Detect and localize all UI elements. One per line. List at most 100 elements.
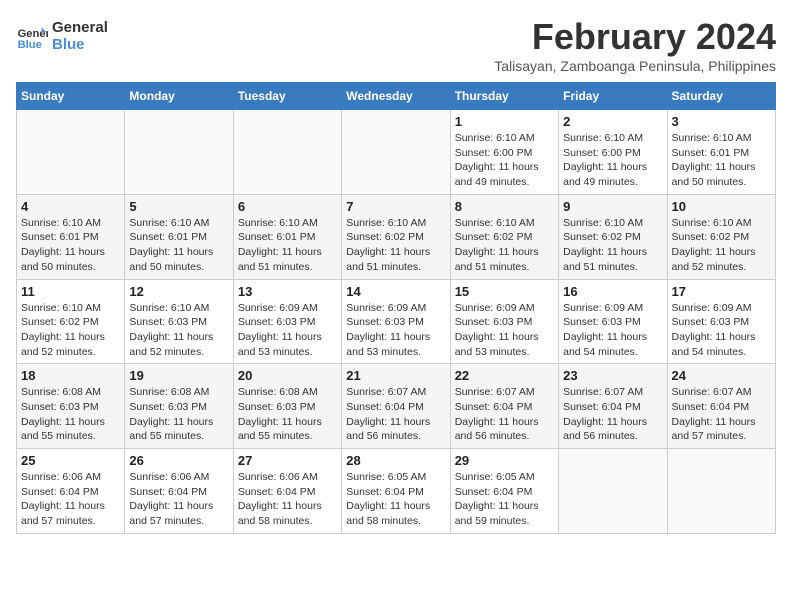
day-header-monday: Monday [125,83,233,110]
day-number: 28 [346,453,445,468]
location-title: Talisayan, Zamboanga Peninsula, Philippi… [494,58,776,74]
calendar-cell: 19 Sunrise: 6:08 AM Sunset: 6:03 PM Dayli… [125,364,233,449]
day-info: Sunrise: 6:09 AM Sunset: 6:03 PM Dayligh… [238,301,337,360]
day-info: Sunrise: 6:10 AM Sunset: 6:02 PM Dayligh… [672,216,771,275]
day-number: 26 [129,453,228,468]
calendar-cell: 15Sunrise: 6:09 AM Sunset: 6:03 PM Dayli… [450,279,558,364]
calendar-cell: 4 Sunrise: 6:10 AM Sunset: 6:01 PM Daylig… [17,194,125,279]
calendar-cell: 5 Sunrise: 6:10 AM Sunset: 6:01 PM Daylig… [125,194,233,279]
calendar-cell: 23 Sunrise: 6:07 AM Sunset: 6:04 PM Dayli… [559,364,667,449]
day-number: 8 [455,199,554,214]
day-header-tuesday: Tuesday [233,83,341,110]
day-number: 20 [238,368,337,383]
logo: General Blue General Blue [16,20,108,53]
day-info: Sunrise: 6:10 AM Sunset: 6:01 PM Dayligh… [21,216,120,275]
week-row-1: 1 Sunrise: 6:10 AM Sunset: 6:00 PM Daylig… [17,110,776,195]
calendar-cell: 9 Sunrise: 6:10 AM Sunset: 6:02 PM Daylig… [559,194,667,279]
calendar-cell: 28 Sunrise: 6:05 AM Sunset: 6:04 PM Dayli… [342,449,450,534]
day-header-friday: Friday [559,83,667,110]
title-section: February 2024 Talisayan, Zamboanga Penin… [494,16,776,74]
calendar-cell: 8 Sunrise: 6:10 AM Sunset: 6:02 PM Daylig… [450,194,558,279]
calendar-cell: 24 Sunrise: 6:07 AM Sunset: 6:04 PM Dayli… [667,364,775,449]
day-info: Sunrise: 6:08 AM Sunset: 6:03 PM Dayligh… [129,385,228,444]
day-number: 3 [672,114,771,129]
day-number: 2 [563,114,662,129]
svg-text:Blue: Blue [18,39,42,51]
day-number: 23 [563,368,662,383]
calendar-cell [125,110,233,195]
calendar-cell: 10 Sunrise: 6:10 AM Sunset: 6:02 PM Dayli… [667,194,775,279]
day-number: 7 [346,199,445,214]
day-info: Sunrise: 6:05 AM Sunset: 6:04 PM Dayligh… [346,470,445,529]
day-info: Sunrise: 6:05 AM Sunset: 6:04 PM Dayligh… [455,470,554,529]
day-number: 24 [672,368,771,383]
calendar-cell: 7 Sunrise: 6:10 AM Sunset: 6:02 PM Daylig… [342,194,450,279]
calendar-cell: 2 Sunrise: 6:10 AM Sunset: 6:00 PM Daylig… [559,110,667,195]
day-info: Sunrise: 6:08 AM Sunset: 6:03 PM Dayligh… [21,385,120,444]
day-number: 16 [563,284,662,299]
day-number: 4 [21,199,120,214]
day-info: Sunrise: 6:10 AM Sunset: 6:02 PM Dayligh… [455,216,554,275]
day-info: Sunrise: 6:10 AM Sunset: 6:00 PM Dayligh… [563,131,662,190]
day-number: 9 [563,199,662,214]
day-info: Sunrise: 6:09 AM Sunset: 6:03 PM Dayligh… [346,301,445,360]
day-header-thursday: Thursday [450,83,558,110]
calendar-cell: 20 Sunrise: 6:08 AM Sunset: 6:03 PM Dayli… [233,364,341,449]
calendar-cell: 26 Sunrise: 6:06 AM Sunset: 6:04 PM Dayli… [125,449,233,534]
day-header-saturday: Saturday [667,83,775,110]
calendar-cell [342,110,450,195]
day-number: 6 [238,199,337,214]
day-info: Sunrise: 6:10 AM Sunset: 6:01 PM Dayligh… [672,131,771,190]
day-number: 21 [346,368,445,383]
logo-icon: General Blue [16,21,48,53]
day-number: 19 [129,368,228,383]
day-info: Sunrise: 6:10 AM Sunset: 6:02 PM Dayligh… [563,216,662,275]
day-number: 14 [346,284,445,299]
day-number: 17 [672,284,771,299]
calendar-cell: 29 Sunrise: 6:05 AM Sunset: 6:04 PM Dayli… [450,449,558,534]
day-number: 12 [129,284,228,299]
day-header-wednesday: Wednesday [342,83,450,110]
week-row-3: 11 Sunrise: 6:10 AM Sunset: 6:02 PM Dayli… [17,279,776,364]
day-info: Sunrise: 6:07 AM Sunset: 6:04 PM Dayligh… [455,385,554,444]
calendar-cell [17,110,125,195]
day-number: 11 [21,284,120,299]
day-info: Sunrise: 6:06 AM Sunset: 6:04 PM Dayligh… [238,470,337,529]
calendar-header: SundayMondayTuesdayWednesdayThursdayFrid… [17,83,776,110]
day-info: Sunrise: 6:08 AM Sunset: 6:03 PM Dayligh… [238,385,337,444]
calendar-cell: 14 Sunrise: 6:09 AM Sunset: 6:03 PM Dayli… [342,279,450,364]
day-number: 25 [21,453,120,468]
day-info: Sunrise: 6:07 AM Sunset: 6:04 PM Dayligh… [563,385,662,444]
calendar-cell: 6Sunrise: 6:10 AM Sunset: 6:01 PM Daylig… [233,194,341,279]
calendar-table: SundayMondayTuesdayWednesdayThursdayFrid… [16,82,776,534]
day-info: Sunrise: 6:10 AM Sunset: 6:00 PM Dayligh… [455,131,554,190]
calendar-cell: 12Sunrise: 6:10 AM Sunset: 6:03 PM Dayli… [125,279,233,364]
calendar-cell [233,110,341,195]
day-info: Sunrise: 6:06 AM Sunset: 6:04 PM Dayligh… [129,470,228,529]
day-info: Sunrise: 6:10 AM Sunset: 6:01 PM Dayligh… [129,216,228,275]
week-row-2: 4 Sunrise: 6:10 AM Sunset: 6:01 PM Daylig… [17,194,776,279]
day-info: Sunrise: 6:07 AM Sunset: 6:04 PM Dayligh… [672,385,771,444]
day-number: 1 [455,114,554,129]
header: General Blue General Blue February 2024 … [16,16,776,74]
day-info: Sunrise: 6:10 AM Sunset: 6:02 PM Dayligh… [346,216,445,275]
day-info: Sunrise: 6:09 AM Sunset: 6:03 PM Dayligh… [563,301,662,360]
month-title: February 2024 [494,16,776,58]
day-info: Sunrise: 6:06 AM Sunset: 6:04 PM Dayligh… [21,470,120,529]
calendar-cell: 3 Sunrise: 6:10 AM Sunset: 6:01 PM Daylig… [667,110,775,195]
day-info: Sunrise: 6:09 AM Sunset: 6:03 PM Dayligh… [672,301,771,360]
day-number: 5 [129,199,228,214]
day-number: 15 [455,284,554,299]
day-number: 29 [455,453,554,468]
day-number: 10 [672,199,771,214]
calendar-cell [559,449,667,534]
calendar-cell: 22 Sunrise: 6:07 AM Sunset: 6:04 PM Dayli… [450,364,558,449]
calendar-cell: 21 Sunrise: 6:07 AM Sunset: 6:04 PM Dayli… [342,364,450,449]
day-number: 22 [455,368,554,383]
calendar-cell: 16 Sunrise: 6:09 AM Sunset: 6:03 PM Dayli… [559,279,667,364]
day-header-sunday: Sunday [17,83,125,110]
calendar-cell: 17 Sunrise: 6:09 AM Sunset: 6:03 PM Dayli… [667,279,775,364]
calendar-cell: 27Sunrise: 6:06 AM Sunset: 6:04 PM Dayli… [233,449,341,534]
day-info: Sunrise: 6:10 AM Sunset: 6:02 PM Dayligh… [21,301,120,360]
day-info: Sunrise: 6:07 AM Sunset: 6:04 PM Dayligh… [346,385,445,444]
